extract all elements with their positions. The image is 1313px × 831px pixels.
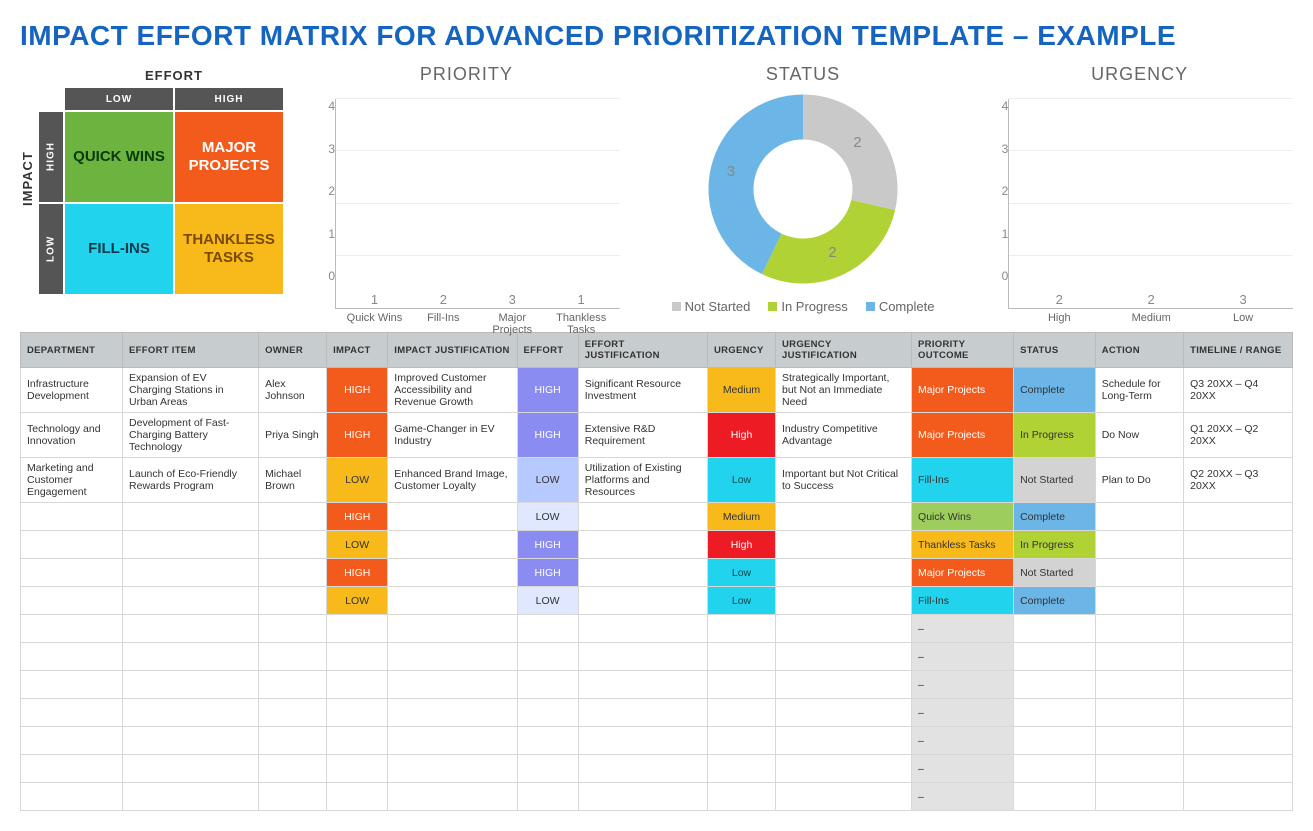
table-row: –: [21, 671, 1293, 699]
column-header: IMPACT JUSTIFICATION: [388, 333, 517, 368]
donut-slice: [772, 205, 873, 261]
data-table: DEPARTMENTEFFORT ITEMOWNERIMPACTIMPACT J…: [20, 332, 1293, 811]
legend-item: In Progress: [768, 299, 847, 314]
column-header: IMPACT: [327, 333, 388, 368]
quadrant-fill-ins: FILL-INS: [65, 204, 173, 294]
column-header: EFFORT ITEM: [123, 333, 259, 368]
donut-slice: [803, 117, 875, 205]
urgency-title: URGENCY: [986, 64, 1293, 85]
column-header: OWNER: [259, 333, 327, 368]
donut-value: 3: [727, 163, 735, 180]
donut-value: 2: [853, 134, 861, 151]
column-header: DEPARTMENT: [21, 333, 123, 368]
column-header: ACTION: [1095, 333, 1183, 368]
status-chart: STATUS 2 2 3 Not Started In Progress Complet…: [650, 64, 957, 314]
matrix-col-high: HIGH: [175, 88, 283, 110]
table-row: –: [21, 783, 1293, 811]
column-header: TIMELINE / RANGE: [1184, 333, 1293, 368]
donut-value: 2: [828, 244, 836, 261]
column-header: URGENCY: [707, 333, 775, 368]
legend-item: Not Started: [672, 299, 751, 314]
legend-item: Complete: [866, 299, 935, 314]
table-row: –: [21, 727, 1293, 755]
impact-effort-matrix: IMPACT EFFORT LOW HIGH HIGH QUICK WINS M…: [20, 64, 283, 294]
table-row: –: [21, 699, 1293, 727]
matrix-row-low: LOW: [39, 204, 63, 294]
quadrant-quick-wins: QUICK WINS: [65, 112, 173, 202]
column-header: URGENCY JUSTIFICATION: [776, 333, 912, 368]
table-row: HIGHLOWMediumQuick WinsComplete: [21, 503, 1293, 531]
priority-title: PRIORITY: [313, 64, 620, 85]
effort-axis-label: EFFORT: [65, 64, 283, 86]
table-row: Technology and InnovationDevelopment of …: [21, 413, 1293, 458]
table-header-row: DEPARTMENTEFFORT ITEMOWNERIMPACTIMPACT J…: [21, 333, 1293, 368]
table-row: –: [21, 615, 1293, 643]
table-row: HIGHHIGHLowMajor ProjectsNot Started: [21, 559, 1293, 587]
column-header: PRIORITY OUTCOME: [912, 333, 1014, 368]
table-row: –: [21, 643, 1293, 671]
column-header: EFFORT JUSTIFICATION: [578, 333, 707, 368]
matrix-row-high: HIGH: [39, 112, 63, 202]
priority-chart: PRIORITY 012341Quick Wins2Fill-Ins3Major…: [313, 64, 620, 309]
top-panels: IMPACT EFFORT LOW HIGH HIGH QUICK WINS M…: [20, 64, 1293, 314]
table-row: –: [21, 755, 1293, 783]
page-title: IMPACT EFFORT MATRIX FOR ADVANCED PRIORI…: [20, 20, 1293, 52]
urgency-chart: URGENCY 012342High2Medium3Low: [986, 64, 1293, 309]
status-title: STATUS: [650, 64, 957, 85]
column-header: STATUS: [1014, 333, 1096, 368]
quadrant-thankless-tasks: THANKLESS TASKS: [175, 204, 283, 294]
donut-slice: [731, 117, 803, 254]
column-header: EFFORT: [517, 333, 578, 368]
matrix-col-low: LOW: [65, 88, 173, 110]
table-row: Infrastructure DevelopmentExpansion of E…: [21, 368, 1293, 413]
table-row: LOWLOWLowFill-InsComplete: [21, 587, 1293, 615]
table-row: Marketing and Customer EngagementLaunch …: [21, 458, 1293, 503]
impact-axis-label: IMPACT: [20, 64, 35, 294]
quadrant-major-projects: MAJOR PROJECTS: [175, 112, 283, 202]
table-row: LOWHIGHHighThankless TasksIn Progress: [21, 531, 1293, 559]
